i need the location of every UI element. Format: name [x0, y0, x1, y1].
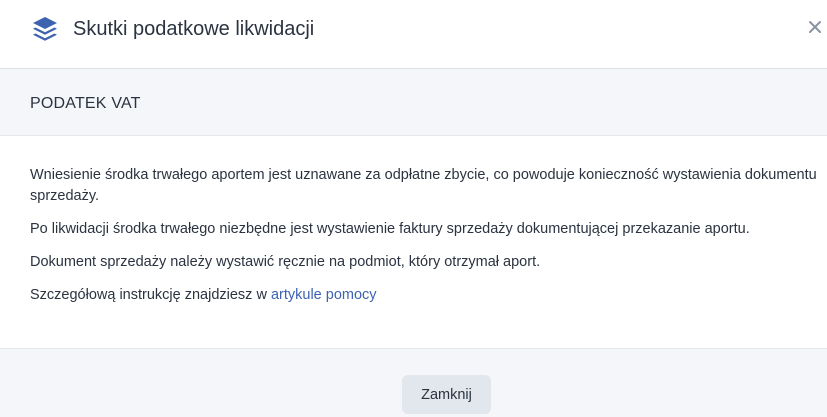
help-text: Szczegółową instrukcję znajdziesz w — [30, 287, 271, 303]
tax-effects-dialog: Skutki podatkowe likwidacji PODATEK VAT … — [0, 0, 827, 417]
dialog-header: Skutki podatkowe likwidacji — [0, 0, 827, 69]
paragraph-help: Szczegółową instrukcję znajdziesz w arty… — [30, 285, 820, 306]
dialog-content: Wniesienie środka trwałego aportem jest … — [30, 165, 820, 306]
help-article-link[interactable]: artykule pomocy — [271, 287, 377, 303]
dialog-footer: Zamknij — [0, 348, 827, 417]
paragraph-aport-sale: Wniesienie środka trwałego aportem jest … — [30, 167, 817, 204]
close-icon[interactable] — [806, 18, 824, 36]
layers-icon — [33, 17, 57, 41]
paragraph-manual-document: Dokument sprzedaży należy wystawić ręczn… — [30, 254, 541, 270]
dialog-title: Skutki podatkowe likwidacji — [73, 18, 315, 40]
section-title: PODATEK VAT — [30, 95, 141, 112]
close-button[interactable]: Zamknij — [402, 375, 491, 414]
section-header: PODATEK VAT — [0, 69, 827, 136]
paragraph-invoice-required: Po likwidacji środka trwałego niezbędne … — [30, 221, 750, 237]
